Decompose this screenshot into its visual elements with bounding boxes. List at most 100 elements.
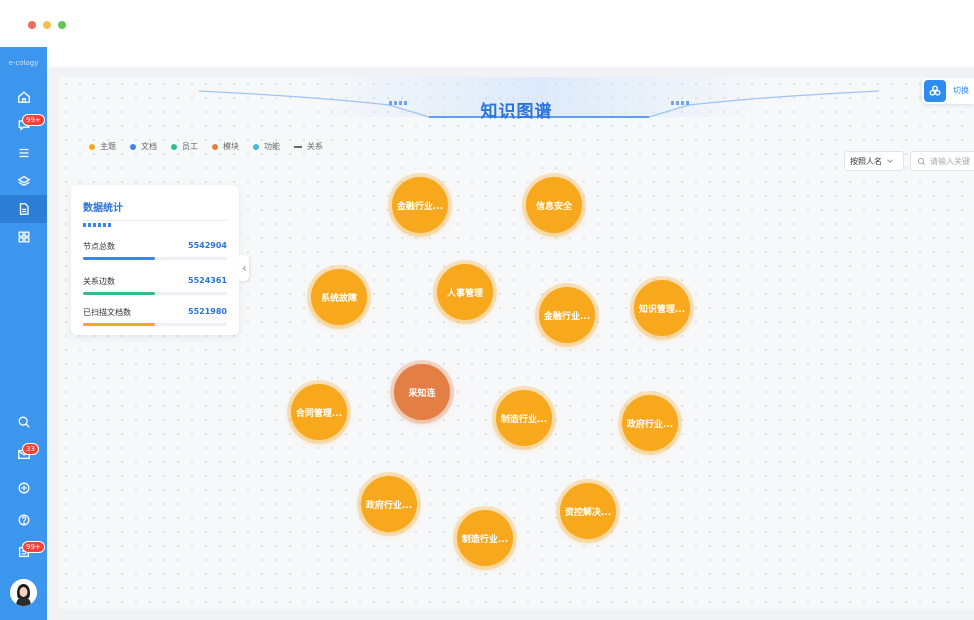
plus-circle-icon — [18, 482, 29, 494]
messages-badge: 99+ — [22, 114, 45, 126]
stat-progress-fill — [83, 292, 155, 295]
stat-label: 关系边数 — [83, 277, 115, 286]
legend-item-employee[interactable]: 员工 — [171, 141, 198, 152]
minimize-window-dot[interactable] — [43, 21, 51, 29]
layers-icon — [16, 175, 31, 187]
chevron-left-icon — [242, 265, 246, 271]
graph-node[interactable]: 金融行业... — [392, 177, 448, 233]
legend-label: 关系 — [307, 142, 323, 151]
graph-node[interactable]: 采知连 — [394, 364, 450, 420]
stats-panel-collapse-button[interactable] — [239, 255, 249, 281]
chevron-down-icon — [887, 159, 893, 163]
stat-value: 5542904 — [188, 241, 227, 250]
legend-dot — [171, 143, 177, 150]
stat-progress-track — [83, 323, 227, 326]
graph-node[interactable]: 制造行业... — [457, 510, 513, 566]
stats-panel: 数据统计 节点总数 5542904 关系边数 5524361 已扫描文档数 55… — [71, 185, 239, 335]
search-input[interactable]: 请输入关键 — [910, 151, 974, 171]
legend-dot — [212, 143, 218, 150]
stat-progress-track — [83, 292, 227, 295]
graph-node[interactable]: 信息安全 — [526, 177, 582, 233]
sidebar-item-help[interactable] — [0, 506, 47, 534]
graph-node[interactable]: 金融行业... — [539, 287, 595, 343]
sidebar-item-create[interactable] — [0, 474, 47, 502]
stat-progress-fill — [83, 323, 155, 326]
help-icon — [18, 514, 29, 526]
graph-node-label: 金融行业... — [396, 201, 444, 212]
graph-canvas[interactable]: 知识图谱 切换 主题 文档 员工 模块 功能 关系 按照人名 请输入关键 数据统… — [59, 77, 974, 609]
graph-node[interactable]: 资控解决... — [560, 483, 616, 539]
stats-title-decoration — [83, 223, 111, 227]
list-icon — [19, 148, 28, 158]
search-area: 按照人名 请输入关键 — [844, 151, 974, 171]
search-type-value: 按照人名 — [850, 156, 882, 166]
legend-label: 员工 — [182, 142, 198, 151]
graph-node[interactable]: 制造行业... — [496, 390, 552, 446]
graph-node-label: 金融行业... — [543, 311, 591, 322]
sidebar-item-documents[interactable] — [0, 195, 47, 223]
stat-value: 5524361 — [188, 276, 227, 285]
graph-node[interactable]: 政府行业... — [361, 476, 417, 532]
search-placeholder: 请输入关键 — [930, 156, 970, 166]
legend-dot — [253, 143, 259, 150]
search-icon — [917, 157, 926, 165]
search-type-select[interactable]: 按照人名 — [844, 151, 904, 171]
graph-node-label: 知识管理... — [638, 304, 686, 315]
graph-node-label: 制造行业... — [500, 414, 548, 425]
sidebar-item-layers[interactable] — [0, 167, 47, 195]
maximize-window-dot[interactable] — [58, 21, 66, 29]
sidebar: e-cology 99+ 33 99+ — [0, 47, 47, 620]
stat-label: 节点总数 — [83, 242, 115, 251]
legend-item-function[interactable]: 功能 — [253, 141, 280, 152]
legend-label: 文档 — [141, 142, 157, 151]
graph-node[interactable]: 系统故障 — [311, 269, 367, 325]
graph-node[interactable]: 知识管理... — [634, 280, 690, 336]
main-area: 知识图谱 切换 主题 文档 员工 模块 功能 关系 按照人名 请输入关键 数据统… — [47, 67, 974, 620]
view-toggle-label: 切换 — [953, 86, 969, 95]
mail-badge: 33 — [22, 443, 39, 455]
legend-item-module[interactable]: 模块 — [212, 141, 239, 152]
legend-item-relation[interactable]: 关系 — [294, 141, 323, 152]
sidebar-item-list[interactable] — [0, 139, 47, 167]
stat-progress-track — [83, 257, 227, 260]
graph-node-label: 合同管理... — [295, 408, 343, 419]
stat-label: 已扫描文档数 — [83, 308, 131, 317]
window-titlebar — [0, 0, 974, 47]
notices-badge: 99+ — [22, 541, 45, 553]
apps-icon — [18, 231, 29, 243]
legend-dot — [130, 143, 136, 150]
graph-legend: 主题 文档 员工 模块 功能 关系 — [89, 141, 323, 152]
sidebar-item-search[interactable] — [0, 408, 47, 436]
graph-node-label: 系统故障 — [320, 293, 357, 304]
legend-item-document[interactable]: 文档 — [130, 141, 157, 152]
graph-node[interactable]: 政府行业... — [622, 395, 678, 451]
view-toggle-button[interactable]: 切换 — [922, 78, 974, 104]
brand-logo: e-cology — [8, 59, 39, 67]
graph-node-label: 信息安全 — [535, 201, 572, 212]
legend-label: 功能 — [264, 142, 280, 151]
legend-label: 主题 — [100, 142, 116, 151]
legend-line — [294, 145, 302, 148]
page-title: 知识图谱 — [480, 102, 553, 122]
graph-node-label: 采知连 — [408, 388, 436, 399]
stat-value: 5521980 — [188, 307, 227, 316]
legend-item-topic[interactable]: 主题 — [89, 141, 116, 152]
home-icon — [17, 91, 30, 103]
graph-node[interactable]: 合同管理... — [291, 384, 347, 440]
graph-node-label: 政府行业... — [626, 419, 674, 430]
legend-dot — [89, 143, 95, 150]
graph-node-label: 资控解决... — [564, 507, 612, 518]
graph-node-label: 人事管理 — [446, 288, 483, 299]
sidebar-item-apps[interactable] — [0, 223, 47, 251]
stats-title: 数据统计 — [83, 203, 123, 214]
user-avatar-icon — [10, 579, 37, 606]
graph-node-label: 制造行业... — [461, 534, 509, 545]
graph-node[interactable]: 人事管理 — [437, 264, 493, 320]
stat-progress-fill — [83, 257, 155, 260]
graph-view-icon — [924, 80, 946, 102]
close-window-dot[interactable] — [28, 21, 36, 29]
graph-node-label: 政府行业... — [365, 500, 413, 511]
sidebar-item-home[interactable] — [0, 83, 47, 111]
search-icon — [18, 416, 30, 428]
avatar[interactable] — [10, 579, 37, 606]
